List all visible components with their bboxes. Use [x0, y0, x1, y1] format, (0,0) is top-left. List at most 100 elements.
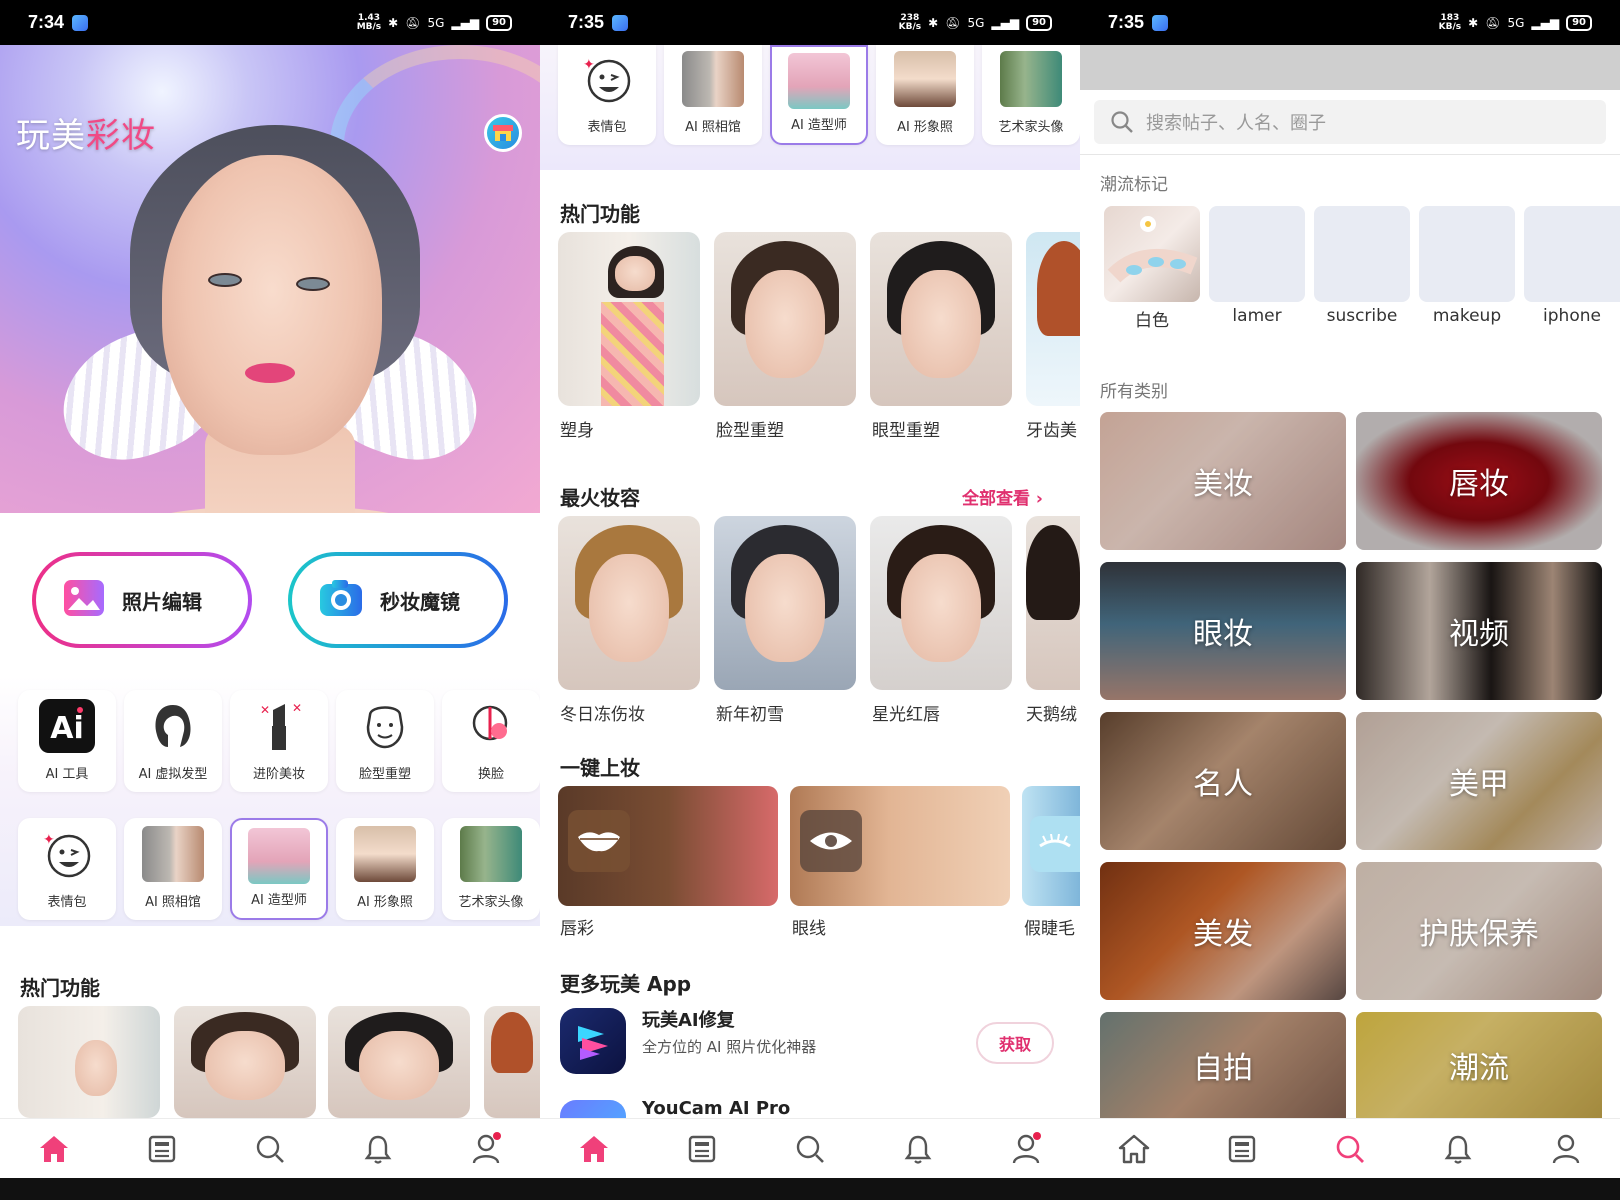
- category-hair[interactable]: 美发: [1100, 862, 1346, 1000]
- tool-artist-avatar[interactable]: 艺术家头像: [442, 818, 540, 920]
- tool-ai-tools[interactable]: Ai AI 工具: [18, 690, 116, 792]
- nav-search[interactable]: [245, 1124, 295, 1174]
- tool-stickers[interactable]: ✦ 表情包: [558, 45, 656, 145]
- category-video[interactable]: 视频: [1356, 562, 1602, 700]
- tool-ai-stylist[interactable]: AI 造型师: [770, 45, 868, 145]
- hot-card-face[interactable]: [174, 1006, 316, 1118]
- card-face: [359, 1030, 439, 1101]
- artist-avatar-thumbnail: [460, 826, 522, 882]
- search-icon: [1336, 1135, 1364, 1163]
- ai-restore-app-icon[interactable]: [560, 1008, 626, 1074]
- look-card-red-lips[interactable]: [870, 516, 1012, 690]
- category-selfie[interactable]: 自拍: [1100, 1012, 1346, 1118]
- nav-home[interactable]: [29, 1124, 79, 1174]
- card-dress: [600, 301, 665, 406]
- tool-ai-stylist[interactable]: AI 造型师: [230, 818, 328, 920]
- look-card-velvet[interactable]: [1026, 516, 1080, 690]
- home-icon: [580, 1135, 608, 1162]
- tool-face-reshape[interactable]: 脸型重塑: [336, 690, 434, 792]
- svg-text:Ai: Ai: [50, 711, 84, 746]
- nav-search[interactable]: [785, 1124, 835, 1174]
- trend-tag-white[interactable]: [1104, 206, 1200, 302]
- bottom-nav: [1080, 1118, 1620, 1178]
- tool-label: 进阶美妆: [252, 767, 305, 782]
- nav-home[interactable]: [569, 1124, 619, 1174]
- app-notification-icon: [612, 14, 629, 31]
- tool-ai-hairstyle[interactable]: AI 虚拟发型: [124, 690, 222, 792]
- hot-card-body[interactable]: [558, 232, 700, 406]
- artist-avatar-thumbnail: [1000, 51, 1062, 107]
- nav-home[interactable]: [1109, 1124, 1159, 1174]
- signal-label: 5G: [427, 15, 445, 30]
- tool-ai-studio[interactable]: AI 照相馆: [124, 818, 222, 920]
- app-description: 全方位的 AI 照片优化神器: [642, 1038, 817, 1056]
- trend-tag-suscribe[interactable]: [1314, 206, 1410, 302]
- signal-label: 5G: [967, 15, 985, 30]
- look-card-frost[interactable]: [558, 516, 700, 690]
- nav-notifications[interactable]: [893, 1124, 943, 1174]
- bell-icon: [1444, 1135, 1472, 1164]
- category-lips[interactable]: 唇妆: [1356, 412, 1602, 550]
- category-eyes[interactable]: 眼妆: [1100, 562, 1346, 700]
- hot-card-teeth[interactable]: [484, 1006, 540, 1118]
- shop-icon[interactable]: [484, 114, 522, 152]
- tool-ai-studio[interactable]: AI 照相馆: [664, 45, 762, 145]
- category-skincare[interactable]: 护肤保养: [1356, 862, 1602, 1000]
- hot-card-eyes[interactable]: [328, 1006, 470, 1118]
- search-input[interactable]: 搜索帖子、人名、圈子: [1094, 100, 1606, 144]
- nav-profile[interactable]: [1541, 1124, 1591, 1174]
- ai-studio-thumbnail: [682, 51, 744, 107]
- trend-tag-makeup[interactable]: [1419, 206, 1515, 302]
- tool-artist-avatar[interactable]: 艺术家头像: [982, 45, 1080, 145]
- bluetooth-icon: ✱: [928, 15, 939, 30]
- look-label: 天鹅绒: [1026, 705, 1077, 725]
- look-label: 新年初雪: [716, 705, 784, 725]
- tool-stickers[interactable]: ✦ 表情包: [18, 818, 116, 920]
- one-click-lashes[interactable]: [1022, 786, 1080, 906]
- makeup-mirror-button[interactable]: 秒妆魔镜: [288, 552, 508, 648]
- hot-card-body[interactable]: [18, 1006, 160, 1118]
- nav-profile[interactable]: [461, 1124, 511, 1174]
- tool-face-swap[interactable]: 换脸: [442, 690, 540, 792]
- signal-icon: ▂▄▆: [1531, 15, 1560, 30]
- nav-notifications[interactable]: [353, 1124, 403, 1174]
- nav-feed[interactable]: [677, 1124, 727, 1174]
- tools-strip: ✦ 表情包 AI 照相馆 AI 造型师 AI 形象照 艺术家头像: [540, 45, 1080, 170]
- nav-notifications[interactable]: [1433, 1124, 1483, 1174]
- gesture-bar: [540, 1178, 1080, 1200]
- battery-icon: 90: [1566, 14, 1592, 31]
- nav-search[interactable]: [1325, 1124, 1375, 1174]
- nav-feed[interactable]: [1217, 1124, 1267, 1174]
- tool-ai-portrait[interactable]: AI 形象照: [336, 818, 434, 920]
- one-click-lipstick[interactable]: [558, 786, 778, 906]
- trend-tag-iphone[interactable]: [1524, 206, 1620, 302]
- photo-edit-button[interactable]: 照片编辑: [32, 552, 252, 648]
- one-click-eyeliner[interactable]: [790, 786, 1010, 906]
- tools-grid: Ai AI 工具 AI 虚拟发型 ✕ ✕ 进阶美妆 脸型重塑 换脸 ✦ 表情包 A…: [0, 676, 540, 926]
- category-celebrity[interactable]: 名人: [1100, 712, 1346, 850]
- category-trend[interactable]: 潮流: [1356, 1012, 1602, 1118]
- look-card-snow[interactable]: [714, 516, 856, 690]
- hot-card-teeth[interactable]: [1026, 232, 1080, 406]
- tool-advanced-makeup[interactable]: ✕ ✕ 进阶美妆: [230, 690, 328, 792]
- get-app-button[interactable]: 获取: [976, 1022, 1054, 1064]
- bottom-nav: [540, 1118, 1080, 1178]
- category-makeup[interactable]: 美妆: [1100, 412, 1346, 550]
- makeup-mirror-label: 秒妆魔镜: [380, 589, 460, 614]
- bluetooth-icon: ✱: [388, 15, 399, 30]
- nav-feed[interactable]: [137, 1124, 187, 1174]
- gesture-bar: [0, 1178, 540, 1200]
- see-all-link[interactable]: 全部查看 ›: [962, 484, 1043, 509]
- screen-search: 7:35 183 KB/s ✱ 🔕︎ 5G ▂▄▆ 90 搜索帖子、人名、圈子 潮…: [1080, 0, 1620, 1200]
- trend-tag-lamer[interactable]: [1209, 206, 1305, 302]
- hot-card-eyes[interactable]: [870, 232, 1012, 406]
- tool-label: AI 虚拟发型: [138, 767, 208, 782]
- bell-icon: [904, 1135, 932, 1164]
- nav-profile[interactable]: [1001, 1124, 1051, 1174]
- tool-label: 表情包: [47, 895, 87, 910]
- tool-label: 脸型重塑: [358, 767, 411, 782]
- category-nails[interactable]: 美甲: [1356, 712, 1602, 850]
- tool-ai-portrait[interactable]: AI 形象照: [876, 45, 974, 145]
- card-face: [589, 554, 669, 663]
- hot-card-face[interactable]: [714, 232, 856, 406]
